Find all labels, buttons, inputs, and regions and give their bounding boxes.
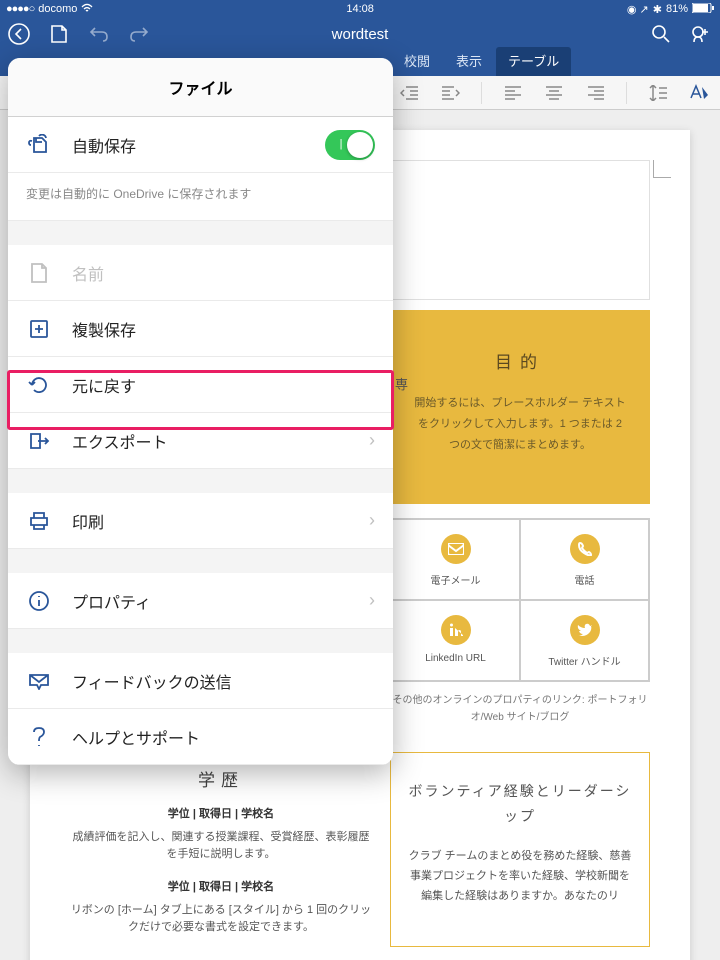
duplicate-icon bbox=[26, 316, 52, 342]
bluetooth-icon: ✱ bbox=[653, 3, 662, 16]
objective-title: 目的 bbox=[412, 348, 628, 373]
contact-twitter: Twitter ハンドル bbox=[520, 600, 649, 681]
back-button[interactable] bbox=[8, 23, 30, 45]
app-titlebar: wordtest bbox=[0, 18, 720, 50]
degree-line-2: 学位 | 取得日 | 学校名 bbox=[70, 878, 372, 894]
file-menu-popover: ファイル 自動保存 | 変更は自動的に OneDrive に保存されます 名前 … bbox=[8, 58, 393, 765]
print-icon bbox=[26, 508, 52, 534]
objective-text: 開始するには、プレースホルダー テキストをクリックして入力します。1 つまたは … bbox=[412, 393, 628, 456]
help-icon bbox=[26, 724, 52, 750]
undo-button[interactable] bbox=[88, 23, 110, 45]
export-row[interactable]: エクスポート › bbox=[8, 413, 393, 469]
carrier-label: docomo bbox=[38, 3, 77, 15]
share-button[interactable] bbox=[690, 23, 712, 45]
degree-line-1: 学位 | 取得日 | 学校名 bbox=[70, 805, 372, 821]
name-row: 名前 bbox=[8, 245, 393, 301]
chevron-right-icon: › bbox=[369, 430, 375, 451]
mail-icon bbox=[441, 534, 471, 564]
style-hint: リボンの [ホーム] タブ上にある [スタイル] から 1 回のクリックだけで必… bbox=[70, 902, 372, 937]
phone-icon bbox=[570, 534, 600, 564]
tab-table[interactable]: テーブル bbox=[496, 47, 571, 76]
education-desc: 成績評価を記入し、関連する授業課程、受賞経歴、表彰履歴を手短に説明します。 bbox=[70, 829, 372, 864]
autosave-row[interactable]: 自動保存 | bbox=[8, 117, 393, 173]
objective-box: 目的 開始するには、プレースホルダー テキストをクリックして入力します。1 つま… bbox=[390, 310, 650, 504]
align-right-icon[interactable] bbox=[585, 82, 606, 104]
search-button[interactable] bbox=[650, 23, 672, 45]
contact-linkedin: LinkedIn URL bbox=[391, 600, 520, 681]
indent-increase-icon[interactable] bbox=[440, 82, 461, 104]
tab-review[interactable]: 校閲 bbox=[392, 47, 442, 76]
clipped-text: 専 bbox=[395, 374, 408, 393]
export-icon bbox=[26, 428, 52, 454]
contact-phone: 電話 bbox=[520, 519, 649, 600]
contact-email: 電子メール bbox=[391, 519, 520, 600]
styles-icon[interactable] bbox=[689, 82, 710, 104]
align-center-icon[interactable] bbox=[544, 82, 565, 104]
resume-right-column: 目的 開始するには、プレースホルダー テキストをクリックして入力します。1 つま… bbox=[390, 310, 650, 947]
battery-icon bbox=[692, 3, 714, 16]
autosave-caption: 変更は自動的に OneDrive に保存されます bbox=[8, 173, 393, 221]
feedback-row[interactable]: フィードバックの送信 bbox=[8, 653, 393, 709]
info-icon bbox=[26, 588, 52, 614]
properties-row[interactable]: プロパティ › bbox=[8, 573, 393, 629]
battery-percent: 81% bbox=[666, 3, 688, 15]
print-row[interactable]: 印刷 › bbox=[8, 493, 393, 549]
education-heading: 学歴 bbox=[70, 766, 372, 791]
properties-label: プロパティ bbox=[72, 589, 151, 613]
feedback-icon bbox=[26, 668, 52, 694]
help-row[interactable]: ヘルプとサポート bbox=[8, 709, 393, 765]
redo-button[interactable] bbox=[128, 23, 150, 45]
align-left-icon[interactable] bbox=[502, 82, 523, 104]
twitter-icon bbox=[570, 615, 600, 645]
autosave-icon bbox=[26, 132, 52, 158]
ios-statusbar: ●●●●○ docomo 14:08 ◉ ↗ ✱ 81% bbox=[0, 0, 720, 18]
file-menu-button[interactable] bbox=[48, 23, 70, 45]
contact-grid: 電子メール 電話 LinkedIn URL Twitter ハンドル bbox=[390, 518, 650, 682]
popover-title: ファイル bbox=[8, 58, 393, 117]
autosave-label: 自動保存 bbox=[72, 133, 136, 157]
wifi-icon bbox=[81, 3, 93, 16]
feedback-label: フィードバックの送信 bbox=[72, 669, 232, 693]
location-icon: ◉ ↗ bbox=[627, 3, 649, 16]
duplicate-label: 複製保存 bbox=[72, 317, 136, 341]
help-label: ヘルプとサポート bbox=[72, 725, 200, 749]
export-label: エクスポート bbox=[72, 429, 168, 453]
revert-row[interactable]: 元に戻す bbox=[8, 357, 393, 413]
contact-caption: その他のオンラインのプロパティのリンク: ポートフォリオ/Web サイト/ブログ bbox=[390, 692, 650, 726]
clock: 14:08 bbox=[346, 3, 374, 15]
revert-icon bbox=[26, 372, 52, 398]
tab-view[interactable]: 表示 bbox=[444, 47, 494, 76]
chevron-right-icon: › bbox=[369, 510, 375, 531]
autosave-toggle[interactable]: | bbox=[325, 130, 375, 160]
signal-dots-icon: ●●●●○ bbox=[6, 3, 34, 15]
print-label: 印刷 bbox=[72, 509, 104, 533]
volunteer-box: ボランティア経験とリーダーシップ クラブ チームのまとめ役を務めた経験、慈善事業… bbox=[390, 752, 650, 948]
volunteer-text: クラブ チームのまとめ役を務めた経験、慈善事業プロジェクトを率いた経験、学校新聞… bbox=[407, 847, 633, 906]
duplicate-row[interactable]: 複製保存 bbox=[8, 301, 393, 357]
linkedin-icon bbox=[441, 615, 471, 645]
name-icon bbox=[26, 260, 52, 286]
indent-decrease-icon[interactable] bbox=[399, 82, 420, 104]
chevron-right-icon: › bbox=[369, 590, 375, 611]
volunteer-title: ボランティア経験とリーダーシップ bbox=[407, 779, 633, 829]
line-spacing-icon[interactable] bbox=[647, 82, 668, 104]
name-label: 名前 bbox=[72, 261, 104, 285]
revert-label: 元に戻す bbox=[72, 373, 136, 397]
